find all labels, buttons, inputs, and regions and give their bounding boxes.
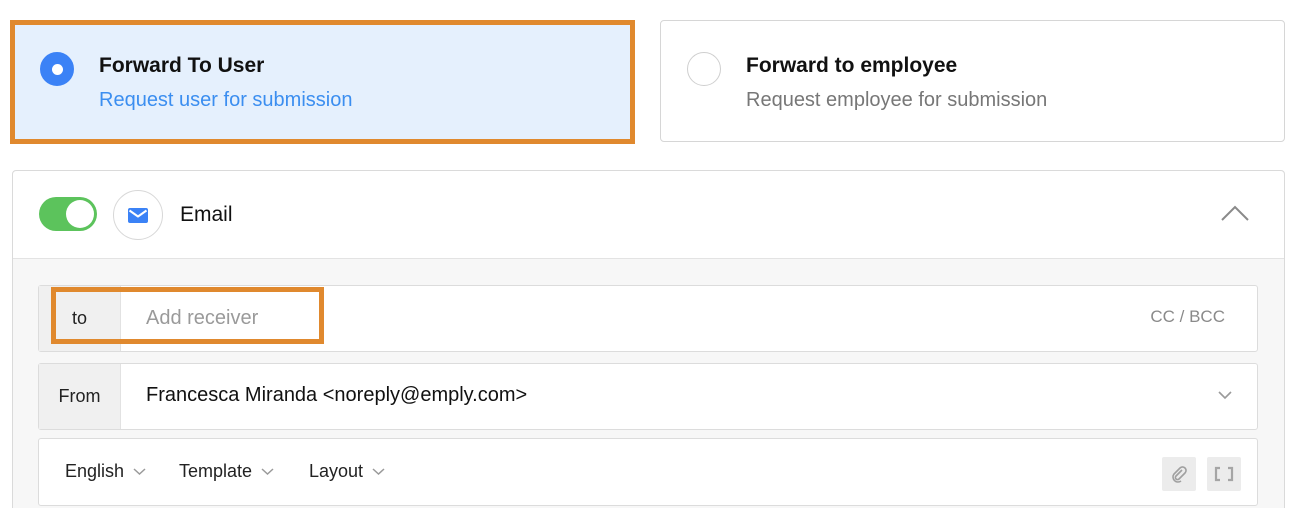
forward-to-employee-title: Forward to employee	[746, 54, 958, 77]
chevron-down-icon	[372, 468, 385, 476]
envelope-icon	[113, 190, 163, 240]
brackets-icon	[1214, 466, 1234, 482]
chevron-down-icon	[261, 468, 274, 476]
editor-toolbar: English Template Layout	[38, 438, 1258, 506]
paperclip-icon	[1172, 466, 1187, 483]
chevron-down-icon	[133, 468, 146, 476]
chevron-up-icon[interactable]	[1220, 203, 1250, 223]
receiver-input[interactable]	[123, 296, 1073, 341]
forward-to-employee-option[interactable]: Forward to employee Request employee for…	[660, 20, 1285, 142]
from-label: From	[39, 364, 121, 429]
layout-dropdown[interactable]: Layout	[309, 461, 385, 482]
email-panel: Email to CC / BCC From Francesca Miranda…	[12, 170, 1285, 508]
forward-to-employee-text: Forward to employee Request employee for…	[746, 54, 1047, 112]
to-label: to	[39, 286, 121, 351]
layout-label: Layout	[309, 461, 364, 481]
email-toggle[interactable]	[39, 197, 97, 231]
forward-to-user-option[interactable]: Forward To User Request user for submiss…	[13, 20, 633, 142]
forward-to-user-title: Forward To User	[99, 54, 265, 77]
forward-to-user-text: Forward To User Request user for submiss…	[99, 54, 352, 112]
forward-to-employee-radio[interactable]	[687, 52, 721, 86]
brackets-button[interactable]	[1207, 457, 1241, 491]
cc-bcc-link[interactable]: CC / BCC	[1150, 307, 1225, 327]
forward-to-employee-subtitle: Request employee for submission	[746, 89, 1048, 111]
forward-to-user-radio[interactable]	[40, 52, 74, 86]
template-label: Template	[179, 461, 253, 481]
email-label: Email	[180, 203, 233, 226]
from-field-row[interactable]: From Francesca Miranda <noreply@emply.co…	[38, 363, 1258, 430]
template-dropdown[interactable]: Template	[179, 461, 274, 482]
forward-to-user-subtitle: Request user for submission	[99, 89, 353, 111]
language-dropdown[interactable]: English	[65, 461, 146, 482]
to-field-row: to CC / BCC	[38, 285, 1258, 352]
email-header[interactable]: Email	[13, 171, 1284, 259]
chevron-down-icon[interactable]	[1218, 390, 1232, 400]
from-value[interactable]: Francesca Miranda <noreply@emply.com>	[146, 384, 527, 407]
language-label: English	[65, 461, 125, 481]
attach-button[interactable]	[1162, 457, 1196, 491]
